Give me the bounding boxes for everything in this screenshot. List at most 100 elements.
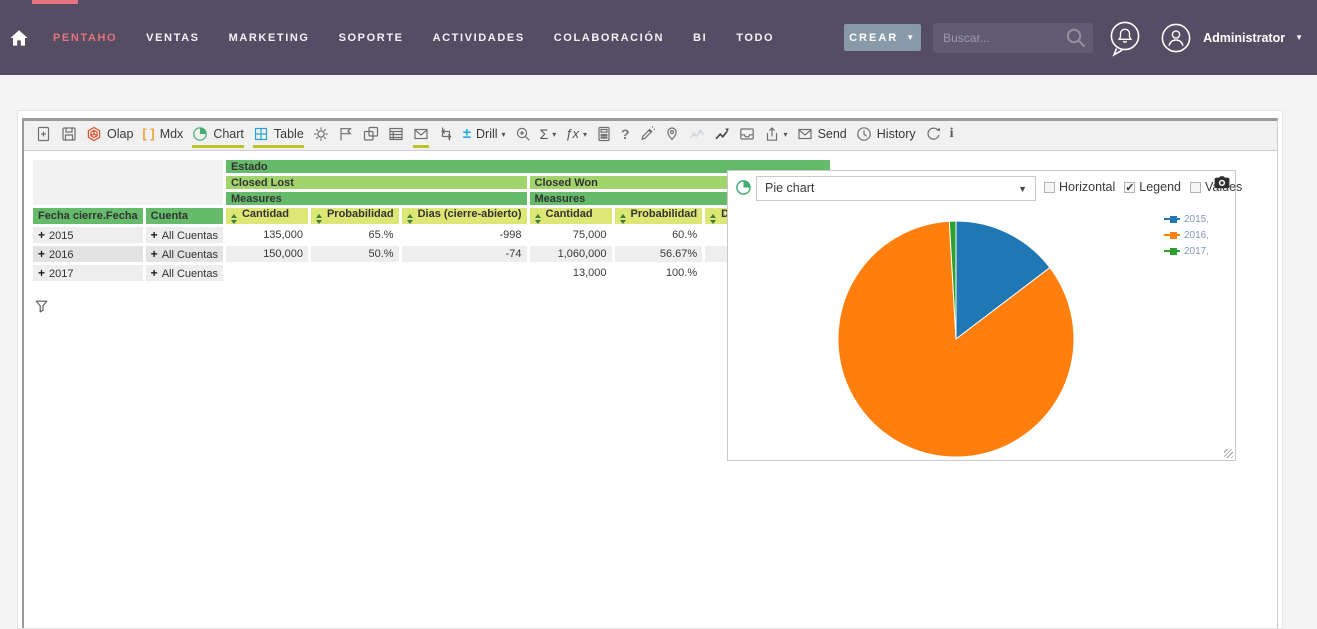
pivot-cell: 50.%: [311, 246, 399, 262]
checkbox-legend[interactable]: [1124, 182, 1135, 193]
expand-cuenta-2017[interactable]: +All Cuentas: [146, 265, 223, 281]
question-icon: ?: [621, 126, 630, 142]
toolbar-flag-button[interactable]: [338, 126, 354, 148]
toolbar-label: Mdx: [160, 127, 184, 141]
chart-option-legend[interactable]: Legend: [1124, 180, 1181, 194]
toolbar-refresh-button[interactable]: [925, 126, 941, 148]
toolbar-trend-button[interactable]: [714, 126, 730, 148]
table-icon: [253, 126, 269, 142]
nav-item-marketing[interactable]: MARKETING: [229, 32, 310, 44]
expand-cuenta-2016[interactable]: +All Cuentas: [146, 246, 223, 262]
expand-year-2015[interactable]: +2015: [33, 227, 143, 243]
toolbar-drill-button[interactable]: ±Drill▾: [463, 126, 506, 148]
nav-item-soporte[interactable]: SOPORTE: [339, 32, 404, 44]
nav-item-pentaho[interactable]: PENTAHO: [53, 32, 117, 44]
legend-label: 2016,: [1184, 230, 1209, 241]
filter-funnel-icon[interactable]: [35, 300, 48, 318]
toolbar-gear-button[interactable]: [313, 126, 329, 148]
nav-item-todo[interactable]: TODO: [736, 32, 774, 44]
inbox-icon: [739, 126, 755, 142]
chart-type-select[interactable]: Pie chart ▼: [756, 176, 1036, 201]
toolbar-history-button[interactable]: History: [856, 126, 916, 148]
expand-year-2016[interactable]: +2016: [33, 246, 143, 262]
toolbar-pencil-button[interactable]: [639, 126, 655, 148]
toolbar-sigma-button[interactable]: Σ▾: [540, 126, 557, 148]
nav-item-colaboración[interactable]: COLABORACIÓN: [554, 32, 664, 44]
pivot-cell: 1,060,000: [530, 246, 612, 262]
search-icon[interactable]: [1065, 27, 1087, 54]
sort-icon: [407, 214, 413, 224]
pivot-measure-column-header[interactable]: Cantidad: [530, 208, 612, 224]
chart-panel: Pie chart ▼ HorizontalLegendValues 2015,…: [727, 170, 1236, 461]
nav-item-bi[interactable]: BI: [693, 32, 707, 44]
send-icon: [797, 126, 813, 142]
toolbar-mail-button[interactable]: [413, 126, 429, 148]
sort-icon: [620, 214, 626, 224]
pivot-row-axis-header: Cuenta: [146, 208, 223, 224]
pivot-measure-column-header[interactable]: Dias (cierre-abierto): [402, 208, 527, 224]
toolbar-sparkline-button: [689, 126, 705, 148]
camera-snapshot-icon[interactable]: [1214, 175, 1230, 194]
sort-icon: [231, 214, 237, 224]
checkbox-values[interactable]: [1190, 182, 1201, 193]
toolbar-save-button[interactable]: [61, 126, 77, 148]
pivot-measure-column-header[interactable]: Probabilidad: [615, 208, 703, 224]
chevron-down-icon: ▾: [583, 130, 587, 139]
chevron-down-icon: ▾: [502, 130, 506, 139]
top-navigation: PENTAHO VENTAS MARKETING SOPORTE ACTIVIDADES…: [0, 0, 1317, 75]
list-icon: [388, 126, 404, 142]
toolbar-table-button[interactable]: Table: [253, 126, 304, 148]
create-button[interactable]: CREAR ▼: [844, 24, 921, 51]
copy-icon: [363, 126, 379, 142]
toolbar-transpose-button[interactable]: [438, 126, 454, 148]
toolbar-copy-button[interactable]: [363, 126, 379, 148]
toolbar-export-button[interactable]: ▾: [764, 126, 788, 148]
chevron-down-icon: ▾: [552, 130, 556, 139]
pivot-measure-column-header[interactable]: Probabilidad: [311, 208, 399, 224]
info-icon: i: [950, 126, 954, 142]
nav-item-ventas[interactable]: VENTAS: [146, 32, 199, 44]
pivot-measure-column-header[interactable]: Cantidad: [226, 208, 308, 224]
panel-resize-handle[interactable]: [1224, 449, 1233, 458]
new-report-icon: [36, 126, 52, 142]
legend-item-2015: 2015,: [1164, 211, 1209, 227]
user-menu-chevron-icon[interactable]: ▼: [1295, 33, 1303, 42]
toolbar-label: Table: [274, 127, 304, 141]
toolbar-new-report-button[interactable]: [36, 126, 52, 148]
search-box: [933, 23, 1093, 53]
checkbox-horizontal[interactable]: [1044, 182, 1055, 193]
toolbar-mdx-button[interactable]: [ ] Mdx: [142, 126, 183, 148]
legend-item-2016: 2016,: [1164, 227, 1209, 243]
toolbar-olap-button[interactable]: Olap: [86, 126, 133, 148]
toolbar-zoom-in-button[interactable]: [515, 126, 531, 148]
home-icon[interactable]: [9, 29, 29, 47]
mdx-icon: [ ]: [142, 126, 154, 142]
expand-cuenta-2015[interactable]: +All Cuentas: [146, 227, 223, 243]
toolbar-chart-button[interactable]: Chart: [192, 126, 244, 148]
nav-item-actividades[interactable]: ACTIVIDADES: [433, 32, 525, 44]
toolbar-send-button[interactable]: Send: [797, 126, 847, 148]
toolbar-fx-button[interactable]: ƒx▾: [565, 126, 587, 148]
chart-option-horizontal[interactable]: Horizontal: [1044, 180, 1115, 194]
mail-icon: [413, 126, 429, 142]
toolbar-inbox-button[interactable]: [739, 126, 755, 148]
trend-icon: [714, 126, 730, 142]
pivot-cell: 13,000: [530, 265, 612, 281]
toolbar-list-button[interactable]: [388, 126, 404, 148]
toolbar: Olap [ ] Mdx Chart Table ±Drill▾ Σ▾ ƒx▾? ▾ Send Hi…: [24, 121, 1277, 151]
calculator-icon: [596, 126, 612, 142]
toolbar-calculator-button[interactable]: [596, 126, 612, 148]
notifications-bell-icon[interactable]: [1107, 19, 1144, 57]
toolbar-info-button[interactable]: i: [950, 126, 954, 148]
zoom-in-icon: [515, 126, 531, 142]
toolbar-map-pin-button[interactable]: [664, 126, 680, 148]
active-tab-accent-bar: [32, 0, 78, 4]
user-name[interactable]: Administrator: [1203, 31, 1285, 45]
sort-icon: [710, 214, 716, 224]
transpose-icon: [438, 126, 454, 142]
workspace-main: EstadoClosed LostClosed WonMeasuresMeasu…: [24, 152, 1277, 628]
pivot-cell: -998: [402, 227, 527, 243]
user-profile-icon[interactable]: [1158, 20, 1194, 56]
toolbar-question-button[interactable]: ?: [621, 126, 630, 148]
expand-year-2017[interactable]: +2017: [33, 265, 143, 281]
